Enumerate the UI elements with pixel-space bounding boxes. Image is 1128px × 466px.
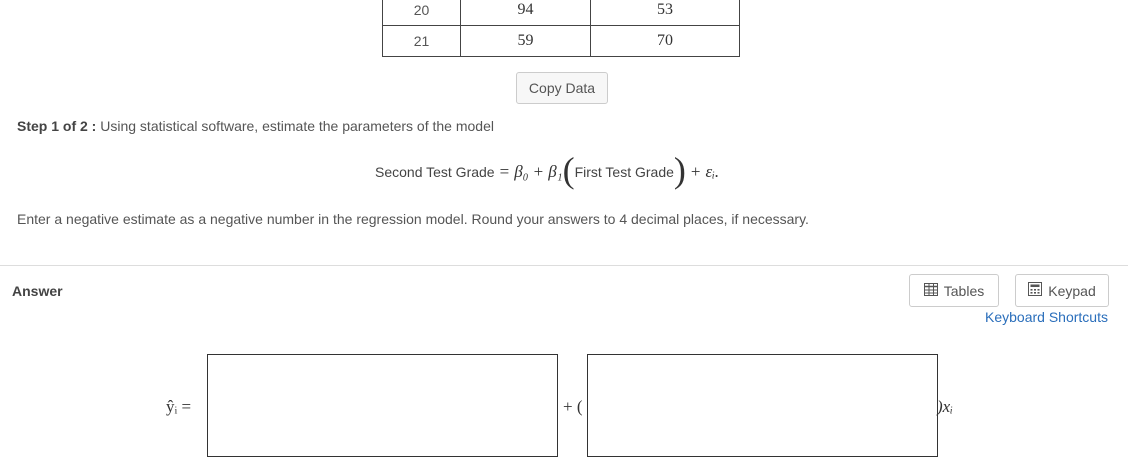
close-paren: ) [673,150,686,190]
close-paren-x: )xᵢ [937,397,953,416]
model-plus-error: + [690,162,701,181]
first-test-grade-cell: 59 [460,25,591,57]
model-equals: = [499,162,510,181]
second-test-grade-cell: 53 [590,0,740,26]
model-first-test-grade: First Test Grade [574,164,674,180]
table-row: 20 94 53 [382,0,740,26]
step-text: Using statistical software, estimate the… [100,118,494,134]
keypad-button[interactable]: Keypad [1015,274,1109,307]
table-grid-icon [923,282,938,299]
keypad-label: Keypad [1048,282,1096,299]
step-prefix: Step 1 of 2 : [17,118,97,134]
model-epsilon: εᵢ [705,162,715,181]
plus-open-paren: + ( [563,397,583,416]
keyboard-shortcuts-link[interactable]: Keyboard Shortcuts [985,309,1108,325]
row-number: 21 [382,25,461,57]
calculator-icon [1028,282,1043,299]
yhat-label: ŷᵢ = [166,397,192,416]
first-test-grade-cell: 94 [460,0,591,26]
divider [0,265,1128,266]
tables-button[interactable]: Tables [909,274,999,307]
row-number: 20 [382,0,461,26]
model-beta0: β₀ [514,162,529,181]
slope-input[interactable] [587,354,938,457]
model-plus: + [533,162,544,181]
step-header: Step 1 of 2 : Using statistical software… [17,118,494,134]
second-test-grade-cell: 70 [590,25,740,57]
intercept-input[interactable] [207,354,558,457]
data-table: 20 94 53 21 59 70 [382,0,740,57]
model-lhs: Second Test Grade [375,164,495,180]
open-paren: ( [562,150,575,190]
regression-model: Second Test Grade = β₀ + β₁ ( First Test… [375,150,720,190]
copy-data-button[interactable]: Copy Data [516,72,608,104]
model-beta1: β₁ [548,162,563,181]
table-row: 21 59 70 [382,25,740,57]
tables-label: Tables [943,282,985,299]
instruction-text: Enter a negative estimate as a negative … [17,211,809,227]
answer-label: Answer [12,283,63,299]
model-period: . [714,162,720,181]
